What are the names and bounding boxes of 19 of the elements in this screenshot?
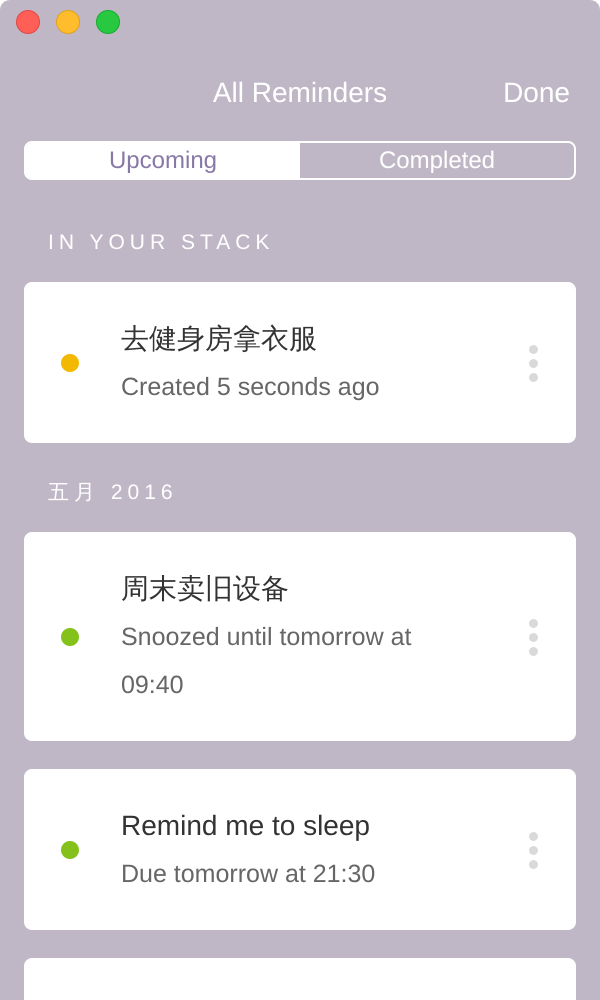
reminder-card[interactable]: Remind me to sleep Due tomorrow at 21:30	[24, 769, 576, 930]
more-icon[interactable]	[529, 832, 538, 868]
tab[interactable]: Upcoming	[26, 143, 300, 178]
section-heading: 五月 2016	[48, 480, 178, 506]
section-heading: IN YOUR STACK	[48, 230, 274, 256]
reminder-detail: Due tomorrow at 21:30	[121, 859, 376, 890]
reminder-detail: Snoozed until tomorrow at 09:40	[121, 622, 412, 701]
close-icon[interactable]	[16, 10, 40, 34]
reminder-title: Remind me to sleep	[121, 809, 370, 843]
reminder-title: 周末卖旧设备	[121, 572, 289, 606]
zoom-icon[interactable]	[96, 10, 120, 34]
header-title: All Reminders	[212, 76, 388, 110]
reminder-card[interactable]: 去健身房拿衣服 Created 5 seconds ago	[24, 282, 576, 443]
more-icon[interactable]	[529, 618, 538, 656]
minimize-icon[interactable]	[56, 10, 80, 34]
reminder-detail: Created 5 seconds ago	[121, 372, 380, 403]
more-icon[interactable]	[529, 344, 538, 382]
reminder-card[interactable]: 周末卖旧设备 Snoozed until tomorrow at 09:40	[24, 532, 576, 741]
reminder-title: 去健身房拿衣服	[121, 322, 317, 356]
